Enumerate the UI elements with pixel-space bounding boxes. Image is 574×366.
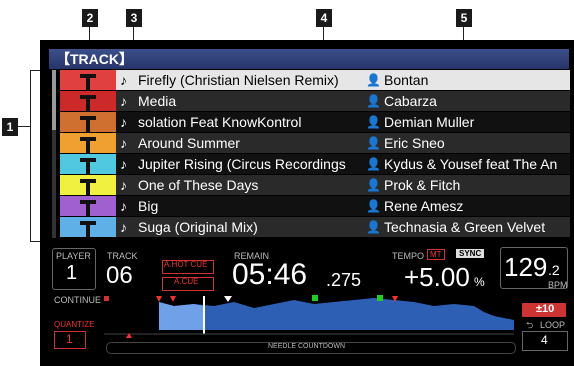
artwork-placeholder-icon — [86, 139, 90, 153]
album-art-thumbnail — [60, 217, 116, 237]
track-title: solation Feat KnowKontrol — [138, 114, 302, 130]
memory-cue-icon — [312, 295, 318, 301]
quantize-label: QUANTIZE — [54, 320, 95, 329]
remain-ms: .275 — [326, 270, 362, 290]
artist-icon: 👤 — [366, 157, 381, 171]
track-row[interactable]: ♪ One of These Days 👤 Prok & Fitch — [116, 175, 570, 195]
track-row[interactable]: ♪ Jupiter Rising (Circus Recordings 👤 Kydus… — [116, 154, 570, 174]
track-title: Suga (Original Mix) — [138, 219, 258, 235]
music-note-icon: ♪ — [120, 219, 127, 235]
artist-icon: 👤 — [366, 178, 381, 192]
cue-marker-icon — [170, 296, 176, 302]
track-row[interactable]: ♪ Firefly (Christian Nielsen Remix) 👤 Bonta… — [116, 70, 570, 90]
player-number: 1 — [66, 262, 78, 284]
browse-category-label: 【TRACK】 — [56, 51, 133, 67]
music-note-icon: ♪ — [120, 72, 127, 88]
album-art-thumbnail — [60, 196, 116, 216]
track-row[interactable]: ♪ Big 👤 Rene Amesz — [116, 196, 570, 216]
master-tempo-badge[interactable]: MT — [427, 249, 445, 260]
artwork-placeholder-icon — [86, 97, 90, 111]
music-note-icon: ♪ — [120, 177, 127, 193]
callout-4: 4 — [316, 9, 332, 27]
track-title: Around Summer — [138, 135, 240, 151]
track-artist: Rene Amesz — [384, 198, 464, 214]
track-row[interactable]: ♪ Around Summer 👤 Eric Sneo — [116, 133, 570, 153]
tempo-range-value: ±10 — [536, 303, 555, 315]
scrollbar-thumb[interactable] — [52, 70, 56, 130]
needle-countdown-label: NEEDLE COUNTDOWN — [268, 343, 346, 350]
music-note-icon: ♪ — [120, 198, 127, 214]
callout-2: 2 — [82, 9, 98, 27]
player-label: PLAYER — [56, 251, 91, 261]
loop-label: LOOP — [540, 320, 566, 330]
artwork-placeholder-icon — [86, 202, 90, 216]
album-art-thumbnail — [60, 154, 116, 174]
track-title: Firefly (Christian Nielsen Remix) — [138, 72, 339, 88]
playhead-marker-icon — [224, 296, 232, 302]
track-artist: Prok & Fitch — [384, 177, 461, 193]
hot-cue-label: A.HOT CUE — [164, 260, 208, 269]
album-art-thumbnail — [60, 91, 116, 111]
auto-cue-label: A.CUE — [174, 277, 199, 286]
waveform-played — [159, 302, 204, 330]
track-artist: Technasia & Green Velvet — [384, 219, 546, 235]
tempo-value: +5.00 — [404, 262, 470, 292]
continue-label: CONTINUE — [54, 295, 101, 305]
music-note-icon: ♪ — [120, 156, 127, 172]
loop-value: 4 — [541, 333, 548, 347]
bpm-value: 129 — [504, 252, 548, 282]
artwork-placeholder-icon — [86, 118, 90, 132]
track-title: One of These Days — [138, 177, 259, 193]
track-row[interactable]: ♪ Media 👤 Cabarza — [116, 91, 570, 111]
waveform-shape — [159, 298, 514, 330]
tempo-label: TEMPO — [392, 251, 425, 261]
track-artist: Bontan — [384, 72, 429, 88]
track-artist: Cabarza — [384, 93, 437, 109]
artwork-placeholder-icon — [86, 181, 90, 195]
quantize-value: 1 — [66, 332, 73, 346]
cue-marker-icon — [156, 296, 162, 302]
track-label: TRACK — [107, 251, 138, 261]
memory-cue-icon — [377, 295, 383, 301]
music-note-icon: ♪ — [120, 93, 127, 109]
music-note-icon: ♪ — [120, 114, 127, 130]
track-title: Big — [138, 198, 159, 214]
album-art-thumbnail — [60, 70, 116, 90]
tempo-unit: % — [474, 275, 485, 289]
track-artist: Demian Muller — [384, 114, 475, 130]
artist-icon: 👤 — [366, 199, 381, 213]
album-art-thumbnail — [60, 175, 116, 195]
callout-5: 5 — [456, 9, 472, 27]
bpm-decimal: .2 — [548, 262, 560, 278]
sync-badge[interactable]: SYNC — [456, 249, 485, 258]
artist-icon: 👤 — [366, 73, 381, 87]
artist-icon: 👤 — [366, 94, 381, 108]
album-art-thumbnail — [60, 133, 116, 153]
track-row[interactable]: ♪ Suga (Original Mix) 👤 Technasia & Green V… — [116, 217, 570, 237]
track-number: 06 — [106, 262, 133, 289]
artist-icon: 👤 — [366, 220, 381, 234]
artwork-placeholder-icon — [86, 76, 90, 90]
track-artist: Kydus & Yousef feat The An — [384, 156, 558, 172]
album-art-thumbnail — [60, 112, 116, 132]
artist-icon: 👤 — [366, 136, 381, 150]
callout-3: 3 — [126, 9, 142, 27]
track-row[interactable]: ♪ solation Feat KnowKontrol 👤 Demian Muller — [116, 112, 570, 132]
artwork-placeholder-icon — [86, 223, 90, 237]
artist-icon: 👤 — [366, 115, 381, 129]
track-title: Jupiter Rising (Circus Recordings — [138, 156, 346, 172]
bpm-label: BPM — [548, 280, 568, 290]
leader-line — [30, 70, 31, 242]
track-title: Media — [138, 93, 177, 109]
callout-1: 1 — [2, 118, 18, 136]
music-note-icon: ♪ — [120, 135, 127, 151]
artwork-placeholder-icon — [86, 160, 90, 174]
leader-line — [18, 126, 30, 127]
waveform-display[interactable] — [104, 290, 514, 340]
remain-time: 05:46 — [232, 258, 308, 291]
track-artist: Eric Sneo — [384, 135, 445, 151]
